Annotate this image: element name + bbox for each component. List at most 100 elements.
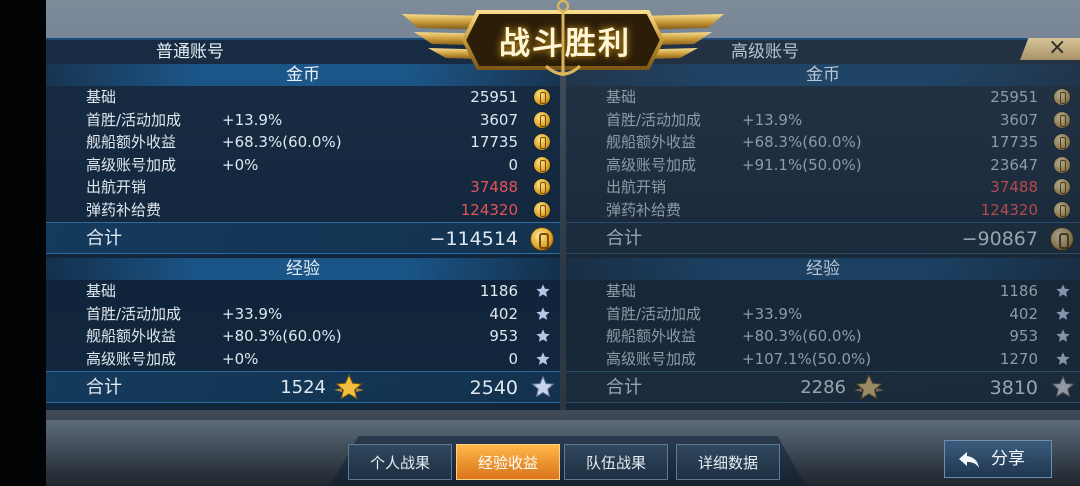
row-value: 17735	[990, 133, 1038, 152]
gold-row: 首胜/活动加成 +13.9% 3607	[566, 109, 1080, 132]
exp-section-header: 经验	[566, 258, 1080, 280]
total-label: 合计	[606, 228, 642, 249]
coin-icon	[534, 111, 550, 128]
row-value: 1186	[999, 282, 1038, 300]
gold-total-row: 合计 −90867	[566, 222, 1080, 254]
tab-detailed-data[interactable]: 详细数据	[676, 444, 780, 480]
row-label: 舰船额外收益	[606, 133, 697, 152]
share-arrow-icon	[959, 452, 979, 468]
row-value: 25951	[990, 88, 1038, 106]
star-icon	[536, 284, 550, 297]
star-icon	[1056, 329, 1070, 343]
row-value: 37488	[470, 178, 518, 197]
battle-result-screen: 普通账号 金币 基础 25951 首胜/活动加成 +13.9% 3607 舰船额…	[0, 0, 1080, 486]
row-label: 舰船额外收益	[606, 327, 697, 346]
coin-icon	[1050, 227, 1074, 251]
row-value: 17735	[470, 133, 518, 152]
row-value: 25951	[470, 88, 518, 106]
row-label: 弹药补给费	[86, 201, 162, 219]
coin-icon	[1054, 156, 1070, 173]
tab-team-results[interactable]: 队伍战果	[564, 444, 668, 480]
row-value: 402	[1009, 304, 1038, 323]
row-label: 出航开销	[86, 178, 147, 197]
gold-row: 基础 25951	[566, 86, 1080, 109]
exp-row: 基础 1186	[46, 280, 560, 303]
row-percent: +80.3%(60.0%)	[742, 327, 862, 346]
gold-row: 基础 25951	[46, 86, 560, 109]
coin-icon	[1054, 89, 1070, 105]
gold-row: 高级账号加成 +91.1%(50.0%) 23647	[566, 154, 1080, 177]
coin-icon	[1054, 111, 1070, 128]
gold-total-row: 合计 −114514	[46, 222, 560, 254]
gold-row: 高级账号加成 +0% 0	[46, 154, 560, 177]
row-label: 舰船额外收益	[86, 327, 177, 346]
exp-total-row: 合计 2286 3810	[566, 371, 1080, 403]
row-label: 基础	[86, 282, 117, 300]
row-label: 高级账号加成	[606, 155, 697, 174]
row-label: 首胜/活动加成	[86, 110, 182, 129]
star-icon	[1056, 306, 1070, 320]
row-value: 3607	[479, 110, 518, 129]
star-icon	[536, 306, 550, 320]
row-percent: +33.9%	[222, 304, 283, 323]
gold-row: 弹药补给费 124320	[46, 199, 560, 222]
exp-row: 舰船额外收益 +80.3%(60.0%) 953	[566, 325, 1080, 348]
gold-star-icon	[854, 374, 884, 400]
row-label: 首胜/活动加成	[86, 304, 182, 323]
exp-row: 高级账号加成 +107.1%(50.0%) 1270	[566, 348, 1080, 371]
exp-total-row: 合计 1524 2540	[46, 371, 560, 403]
row-label: 基础	[606, 88, 637, 106]
row-percent: +91.1%(50.0%)	[742, 155, 862, 174]
exp-row: 基础 1186	[566, 280, 1080, 303]
row-value: 0	[508, 155, 518, 174]
exp-section-header: 经验	[46, 258, 560, 280]
tab-personal-results[interactable]: 个人战果	[348, 444, 452, 480]
row-label: 出航开销	[606, 178, 667, 197]
coin-icon	[1054, 202, 1070, 218]
silver-star-icon	[1051, 375, 1075, 398]
row-label: 舰船额外收益	[86, 133, 177, 152]
gold-row: 舰船额外收益 +68.3%(60.0%) 17735	[566, 131, 1080, 154]
row-label: 弹药补给费	[606, 201, 682, 219]
coin-icon	[534, 156, 550, 173]
gold-total-value: −114514	[429, 228, 518, 250]
screen-edge	[0, 0, 46, 486]
close-icon: ×	[1048, 35, 1067, 60]
share-label: 分享	[991, 449, 1025, 469]
exp-base-total: 2286	[800, 377, 846, 398]
coin-icon	[534, 179, 550, 196]
share-button[interactable]: 分享	[944, 440, 1052, 478]
tab-exp-earnings[interactable]: 经验收益	[456, 444, 560, 480]
gold-star-icon	[334, 374, 364, 400]
exp-row: 高级账号加成 +0% 0	[46, 348, 560, 371]
coin-icon	[534, 89, 550, 105]
gold-row: 出航开销 37488	[566, 176, 1080, 199]
close-button[interactable]: ×	[1020, 38, 1080, 60]
row-percent: +107.1%(50.0%)	[742, 349, 872, 368]
normal-account-panel: 普通账号 金币 基础 25951 首胜/活动加成 +13.9% 3607 舰船额…	[46, 38, 560, 410]
exp-base-total: 1524	[280, 377, 326, 398]
row-value: 3607	[999, 110, 1038, 129]
gold-row: 弹药补给费 124320	[566, 199, 1080, 222]
exp-row: 首胜/活动加成 +33.9% 402	[46, 303, 560, 326]
exp-row: 舰船额外收益 +80.3%(60.0%) 953	[46, 325, 560, 348]
gold-row: 舰船额外收益 +68.3%(60.0%) 17735	[46, 131, 560, 154]
row-value: 37488	[990, 178, 1038, 197]
row-value: 402	[489, 304, 518, 323]
row-percent: +13.9%	[742, 110, 803, 129]
total-label: 合计	[86, 377, 122, 398]
gold-row: 出航开销 37488	[46, 176, 560, 199]
row-label: 高级账号加成	[86, 155, 177, 174]
row-percent: +0%	[222, 349, 259, 368]
exp-total-value: 2540	[469, 377, 518, 399]
row-label: 基础	[606, 282, 637, 300]
row-value: 1186	[479, 282, 518, 300]
exp-total-value: 3810	[989, 377, 1038, 399]
row-percent: +0%	[222, 155, 259, 174]
silver-star-icon	[531, 375, 555, 398]
coin-icon	[534, 134, 550, 151]
row-percent: +13.9%	[222, 110, 283, 129]
total-label: 合计	[86, 228, 122, 249]
row-percent: +33.9%	[742, 304, 803, 323]
row-value: 0	[508, 349, 518, 368]
